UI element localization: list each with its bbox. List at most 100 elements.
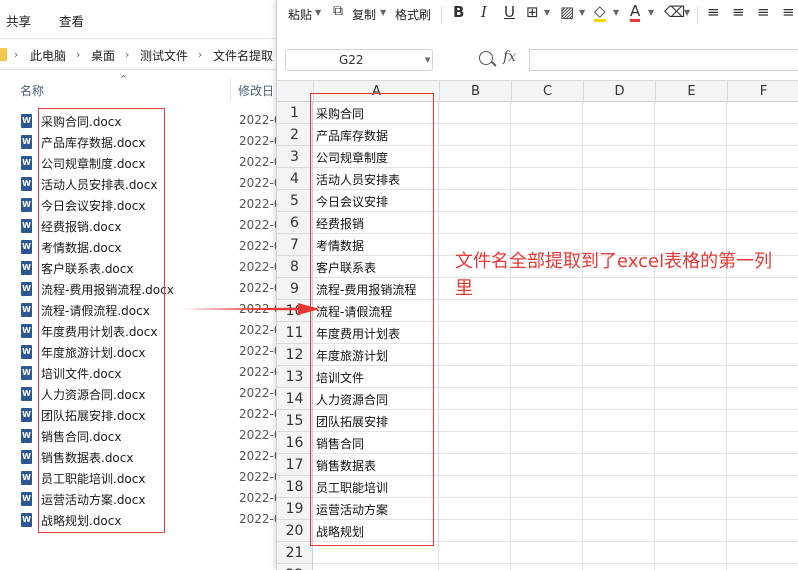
ribbon-tab-share[interactable]: 共享: [6, 11, 31, 30]
font-color-icon[interactable]: A: [630, 3, 641, 22]
cell[interactable]: [727, 168, 798, 190]
cell[interactable]: [583, 476, 655, 498]
row-header[interactable]: 17: [277, 454, 313, 476]
row-header[interactable]: 1: [277, 102, 313, 124]
cell[interactable]: [727, 410, 798, 432]
cell[interactable]: [727, 344, 798, 366]
cell[interactable]: [439, 476, 511, 498]
formula-input[interactable]: [529, 49, 798, 71]
cell[interactable]: [511, 102, 583, 124]
cell[interactable]: [511, 124, 583, 146]
cell[interactable]: [511, 410, 583, 432]
row-header[interactable]: 13: [277, 366, 313, 388]
column-header-f[interactable]: F: [727, 81, 798, 103]
fill-pattern-dropdown-icon[interactable]: ▼: [579, 8, 585, 17]
cell[interactable]: [511, 388, 583, 410]
clear-dropdown-icon[interactable]: ▼: [684, 8, 690, 17]
cell[interactable]: [655, 432, 727, 454]
cell[interactable]: [583, 300, 655, 322]
cell[interactable]: [583, 410, 655, 432]
cell[interactable]: [439, 190, 511, 212]
cell[interactable]: [583, 454, 655, 476]
cell[interactable]: [727, 542, 798, 564]
cell[interactable]: [727, 322, 798, 344]
cell[interactable]: [727, 366, 798, 388]
cell[interactable]: [655, 476, 727, 498]
fx-icon[interactable]: fx: [503, 49, 516, 65]
row-header[interactable]: 11: [277, 322, 313, 344]
row-header[interactable]: 2: [277, 124, 313, 146]
cell[interactable]: [439, 168, 511, 190]
cell[interactable]: [655, 344, 727, 366]
row-header[interactable]: 12: [277, 344, 313, 366]
cell[interactable]: [583, 168, 655, 190]
format-painter-button[interactable]: 格式刷: [395, 6, 431, 23]
cell[interactable]: [727, 190, 798, 212]
name-box-dropdown-icon[interactable]: ▼: [425, 56, 430, 64]
cell[interactable]: [439, 410, 511, 432]
cell[interactable]: [511, 366, 583, 388]
cell[interactable]: [583, 564, 655, 570]
breadcrumb-this-pc[interactable]: 此电脑: [30, 47, 66, 64]
cell[interactable]: [439, 344, 511, 366]
cell[interactable]: [439, 432, 511, 454]
row-header[interactable]: 7: [277, 234, 313, 256]
cell[interactable]: [655, 300, 727, 322]
cell[interactable]: [655, 454, 727, 476]
cell[interactable]: [655, 564, 727, 570]
cell[interactable]: [511, 520, 583, 542]
paste-button[interactable]: 粘贴: [288, 6, 312, 23]
cell[interactable]: [583, 102, 655, 124]
cell[interactable]: [727, 146, 798, 168]
row-header[interactable]: 5: [277, 190, 313, 212]
cell[interactable]: [439, 212, 511, 234]
copy-dropdown-icon[interactable]: ▼: [380, 8, 386, 17]
cell[interactable]: [655, 542, 727, 564]
cell[interactable]: [583, 520, 655, 542]
cell[interactable]: [439, 322, 511, 344]
cell[interactable]: [727, 498, 798, 520]
cell[interactable]: [655, 190, 727, 212]
cell[interactable]: [727, 388, 798, 410]
cell[interactable]: [439, 146, 511, 168]
row-header[interactable]: 8: [277, 256, 313, 278]
cell[interactable]: [583, 498, 655, 520]
cell[interactable]: [439, 542, 511, 564]
align-right-icon[interactable]: ≡: [757, 3, 770, 21]
breadcrumb-extract-folder[interactable]: 文件名提取: [213, 47, 273, 64]
column-header-b[interactable]: B: [439, 81, 511, 103]
select-all-corner[interactable]: [277, 81, 313, 103]
cell[interactable]: [439, 366, 511, 388]
align-justify-icon[interactable]: ≡: [782, 3, 795, 21]
copy-button[interactable]: 复制: [352, 6, 376, 23]
cell[interactable]: [511, 190, 583, 212]
cell[interactable]: [583, 212, 655, 234]
cell[interactable]: [655, 124, 727, 146]
fill-pattern-icon[interactable]: ▨: [560, 3, 574, 21]
paste-dropdown-icon[interactable]: ▼: [315, 8, 321, 17]
cell[interactable]: [655, 168, 727, 190]
border-dropdown-icon[interactable]: ▼: [544, 8, 550, 17]
find-icon[interactable]: [479, 51, 493, 65]
align-left-icon[interactable]: ≡: [707, 3, 720, 21]
row-header[interactable]: 4: [277, 168, 313, 190]
cell[interactable]: [439, 124, 511, 146]
cell[interactable]: [439, 388, 511, 410]
row-header[interactable]: 6: [277, 212, 313, 234]
cell[interactable]: [439, 454, 511, 476]
cell[interactable]: [511, 300, 583, 322]
row-header[interactable]: 3: [277, 146, 313, 168]
cell[interactable]: [655, 498, 727, 520]
row-header[interactable]: 16: [277, 432, 313, 454]
address-bar[interactable]: › 此电脑 › 桌面 › 测试文件 › 文件名提取: [0, 38, 276, 70]
cell[interactable]: [511, 212, 583, 234]
cell[interactable]: [583, 146, 655, 168]
border-icon[interactable]: ⊞: [526, 3, 539, 21]
cell[interactable]: [655, 366, 727, 388]
bold-button[interactable]: B: [453, 3, 464, 21]
row-header[interactable]: 18: [277, 476, 313, 498]
cell[interactable]: [511, 454, 583, 476]
ribbon-tab-view[interactable]: 查看: [59, 11, 84, 30]
cell[interactable]: [727, 476, 798, 498]
cell[interactable]: [439, 520, 511, 542]
